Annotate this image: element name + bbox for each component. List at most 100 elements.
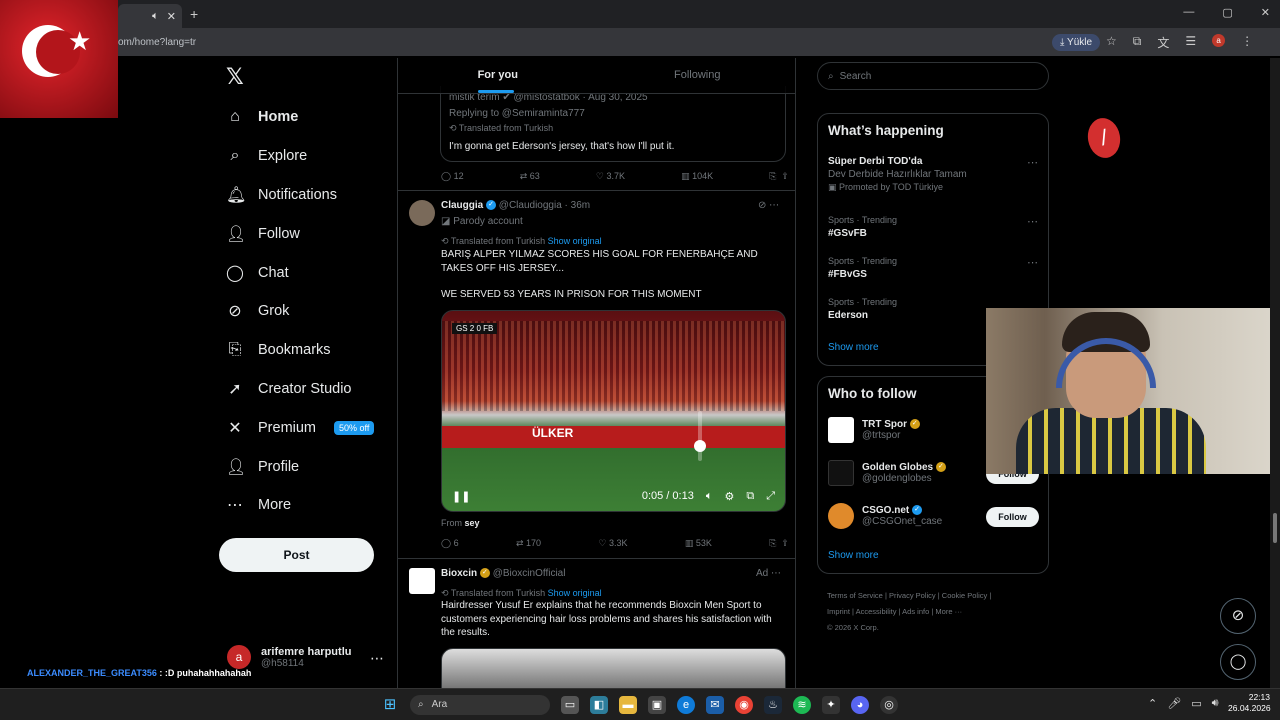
browser-profile-avatar[interactable]: a: [1212, 34, 1226, 47]
ad-image[interactable]: [441, 648, 786, 688]
nav-notifications[interactable]: 🔔︎ Notifications: [226, 176, 374, 215]
trend-more-icon[interactable]: ⋯: [1027, 215, 1038, 228]
trend-item[interactable]: Süper Derbi TOD'da Dev Derbide Hazırlıkl…: [828, 156, 967, 193]
like-button[interactable]: ♡ 3.3K: [598, 538, 627, 549]
tab-following[interactable]: Following: [598, 58, 796, 93]
grok-fab-icon[interactable]: ⊘: [1220, 598, 1256, 634]
author-handle[interactable]: @BioxcinOfficial: [493, 568, 566, 579]
pip-icon[interactable]: ⧉: [746, 490, 754, 503]
settings-icon[interactable]: ⚙: [724, 490, 734, 503]
chevron-up-icon[interactable]: ⌃: [1148, 697, 1157, 710]
nav-profile[interactable]: 👤︎ Profile: [226, 447, 374, 486]
from-user[interactable]: sey: [465, 518, 480, 528]
edge-icon[interactable]: e: [677, 696, 695, 714]
nav-home[interactable]: ⌂ Home: [226, 98, 374, 137]
nav-chat[interactable]: ◯ Chat: [226, 253, 374, 292]
tab-close-icon[interactable]: ✕: [167, 10, 176, 23]
steam-icon[interactable]: ♨: [764, 696, 782, 714]
show-more-link[interactable]: Show more: [828, 342, 879, 353]
translate-icon[interactable]: 文: [1157, 34, 1169, 51]
mic-icon[interactable]: 🎤︎: [1167, 697, 1181, 710]
extensions-icon[interactable]: ⧉: [1133, 34, 1142, 51]
show-more-link[interactable]: Show more: [828, 550, 879, 561]
author-name[interactable]: Bioxcin: [441, 568, 477, 579]
author-name[interactable]: Clauggia: [441, 200, 483, 211]
trend-item[interactable]: Sports · Trending Ederson: [828, 297, 897, 321]
nav-premium[interactable]: ✕ Premium 50% off: [226, 408, 375, 447]
windows-start-icon[interactable]: ⊞: [381, 696, 399, 714]
footer-link[interactable]: Privacy Policy: [889, 591, 936, 600]
reply-button[interactable]: ◯ 12: [441, 171, 464, 182]
footer-link[interactable]: More ···: [935, 607, 962, 616]
follow-button[interactable]: Follow: [986, 507, 1039, 527]
nav-bookmarks[interactable]: ⎘ Bookmarks: [226, 331, 374, 370]
trend-more-icon[interactable]: ⋯: [1027, 256, 1038, 269]
maximize-button[interactable]: ▢: [1222, 6, 1232, 19]
footer-link[interactable]: Cookie Policy: [942, 591, 987, 600]
x-logo[interactable]: 𝕏: [226, 64, 244, 90]
volume-icon[interactable]: 🔊︎: [1212, 697, 1219, 710]
chrome-icon[interactable]: ◉: [735, 696, 753, 714]
scrollbar-thumb[interactable]: [1273, 513, 1277, 543]
volume-slider[interactable]: [694, 411, 706, 461]
show-original-link[interactable]: Show original: [548, 236, 602, 246]
spotify-icon[interactable]: ≋: [793, 696, 811, 714]
trend-item[interactable]: Sports · Trending #GSvFB: [828, 215, 897, 239]
footer-link[interactable]: Terms of Service: [827, 591, 883, 600]
mail-icon[interactable]: ✉: [706, 696, 724, 714]
footer-link[interactable]: Imprint: [827, 607, 850, 616]
speaker-icon[interactable]: 🔈︎: [152, 10, 159, 23]
views-button[interactable]: ▥ 53K: [685, 538, 712, 549]
trend-more-icon[interactable]: ⋯: [1027, 156, 1038, 169]
store-icon[interactable]: ▣: [648, 696, 666, 714]
install-button[interactable]: ⤓ Yükle: [1052, 34, 1101, 51]
nav-more[interactable]: ⋯ More: [226, 486, 374, 525]
bookmark-icon[interactable]: ⎘ ⇪: [769, 171, 789, 182]
taskbar-search[interactable]: ⌕ Ara: [410, 695, 550, 715]
media-icon[interactable]: ☰: [1185, 34, 1196, 51]
browser-menu-icon[interactable]: ⋮: [1241, 34, 1253, 51]
avatar[interactable]: [409, 568, 435, 594]
star-icon[interactable]: ☆: [1106, 34, 1117, 51]
repost-button[interactable]: ⇄ 170: [516, 538, 541, 549]
quoted-post[interactable]: mistik terim ✔ @mistostatbok · Aug 30, 2…: [440, 86, 786, 162]
footer-link[interactable]: Accessibility: [856, 607, 897, 616]
account-switcher[interactable]: a arifemre harputlu @h58114: [227, 645, 351, 669]
grok-icon[interactable]: ⊘ ⋯: [758, 200, 779, 211]
messages-fab-icon[interactable]: ◯: [1220, 644, 1256, 680]
network-icon[interactable]: ▭: [1191, 697, 1201, 710]
views-button[interactable]: ▥ 104K: [681, 171, 713, 182]
avatar[interactable]: [409, 200, 435, 226]
fullscreen-icon[interactable]: ⤢: [766, 490, 775, 503]
pause-icon[interactable]: ❚❚: [452, 490, 470, 503]
reply-button[interactable]: ◯ 6: [441, 538, 459, 549]
scrollbar[interactable]: [1270, 58, 1280, 688]
nav-creator-studio[interactable]: ➚ Creator Studio: [226, 370, 374, 409]
url-field[interactable]: om/home?lang=tr: [118, 37, 196, 48]
nav-follow[interactable]: 👤︎ Follow: [226, 214, 374, 253]
trend-item[interactable]: Sports · Trending #FBvGS: [828, 256, 897, 280]
bookmark-icon[interactable]: ⎘ ⇪: [769, 538, 789, 549]
show-original-link[interactable]: Show original: [548, 588, 602, 598]
search-input[interactable]: ⌕ Search: [817, 62, 1049, 90]
author-handle[interactable]: @Claudioggia · 36m: [499, 200, 590, 211]
discord-icon[interactable]: ◕: [851, 696, 869, 714]
taskbar-clock[interactable]: 22:13 26.04.2026: [1228, 692, 1271, 714]
task-view-icon[interactable]: ▭: [561, 696, 579, 714]
repost-button[interactable]: ⇄ 63: [520, 171, 540, 182]
new-tab-button[interactable]: +: [190, 6, 198, 22]
nav-explore[interactable]: ⌕ Explore: [226, 137, 374, 176]
file-explorer-icon[interactable]: ▬: [619, 696, 637, 714]
follow-suggestion[interactable]: TRT Spor ✓ @trtspor: [828, 417, 920, 443]
obs-icon[interactable]: ◎: [880, 696, 898, 714]
follow-suggestion[interactable]: Golden Globes ✓ @goldenglobes: [828, 460, 946, 486]
account-more-icon[interactable]: ⋯: [370, 650, 384, 667]
video-player[interactable]: GS 2 0 FB ÜLKER ❚❚ 0:05 / 0:13 🔈︎ ⚙ ⧉ ⤢: [441, 310, 786, 512]
follow-suggestion[interactable]: CSGO.net ✓ @CSGOnet_case: [828, 503, 942, 529]
app-icon[interactable]: ✦: [822, 696, 840, 714]
nav-grok[interactable]: ⊘ Grok: [226, 292, 374, 331]
browser-tab[interactable]: 🔈︎ ✕: [118, 4, 182, 28]
footer-link[interactable]: Ads info: [902, 607, 929, 616]
minimize-button[interactable]: —: [1183, 6, 1194, 19]
close-window-button[interactable]: ✕: [1261, 6, 1270, 19]
